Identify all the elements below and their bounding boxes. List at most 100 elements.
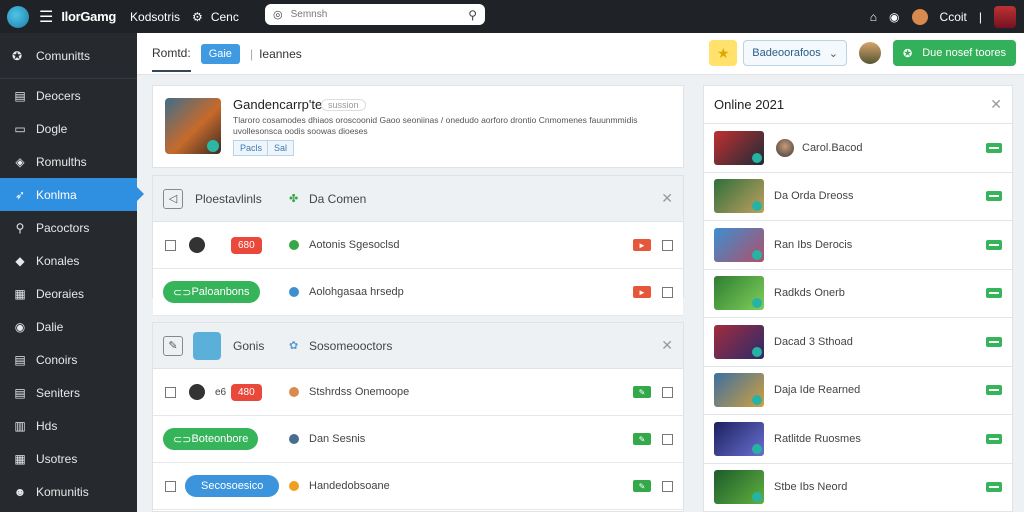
join-button[interactable]: ⊂⊃ Paloanbons xyxy=(163,281,260,303)
search-input[interactable]: Semnsh xyxy=(291,9,469,20)
globe-icon: ◉ xyxy=(14,319,26,334)
online-list-item[interactable]: Carol.Bacod xyxy=(704,124,1012,173)
sidebar-header[interactable]: ✪ Comunitts xyxy=(0,33,137,79)
online-list-item[interactable]: Stbe Ibs Neord xyxy=(704,464,1012,512)
flag-icon[interactable]: ► xyxy=(633,239,651,251)
online-item-name: Da Orda Dreoss xyxy=(774,190,854,203)
status-toggle-icon[interactable] xyxy=(986,433,1002,444)
status-toggle-icon[interactable] xyxy=(986,142,1002,153)
group-subtitle: Da Comen xyxy=(309,191,367,206)
sidebar-item-label: Conoirs xyxy=(36,352,78,367)
row-select-checkbox[interactable] xyxy=(662,286,673,298)
edit-icon[interactable]: ✎ xyxy=(633,480,651,492)
sidebar-item-deocers[interactable]: ▤ Deocers xyxy=(0,79,137,112)
primary-action-button[interactable]: ✪ Due nosef toores xyxy=(893,40,1016,66)
game-thumbnail[interactable] xyxy=(165,98,221,154)
select-all-checkbox[interactable]: ◁ xyxy=(163,188,183,209)
group-header: ✎ Gonis ✿ Sosomeooctors ✕ xyxy=(153,323,683,369)
online-list-item[interactable]: Ratlitde Ruosmes xyxy=(704,415,1012,464)
row-select-checkbox[interactable] xyxy=(662,480,673,492)
table-row: Secosoesico Handedobsoane ✎ xyxy=(153,463,683,510)
link-icon: ⊂⊃ xyxy=(173,286,192,299)
edit-icon[interactable]: ✎ xyxy=(633,386,651,398)
flag-icon[interactable]: ► xyxy=(633,286,651,298)
tab-gaie[interactable]: Gaie xyxy=(200,43,240,64)
row-checkbox[interactable] xyxy=(165,386,176,398)
join-button[interactable]: ⊂⊃ Boteonbore xyxy=(163,428,259,450)
row-title: Stshrdss Onemoope xyxy=(309,386,410,398)
edit-icon[interactable]: ✎ xyxy=(633,433,651,445)
badge-icon xyxy=(752,152,762,163)
action-button[interactable]: Secosoesico xyxy=(185,475,280,497)
feature-button-1[interactable]: Pacls xyxy=(233,140,270,156)
status-toggle-icon[interactable] xyxy=(986,336,1002,347)
nav-link-kodsotris[interactable]: Kodsotris xyxy=(130,10,180,24)
app-logo[interactable] xyxy=(7,5,29,28)
sidebar-item-seniters[interactable]: ▤ Seniters xyxy=(0,376,137,409)
row-select-checkbox[interactable] xyxy=(662,433,673,445)
status-toggle-icon[interactable] xyxy=(986,239,1002,250)
sidebar-item-pacoctors[interactable]: ⚲ Pacoctors xyxy=(0,211,137,244)
sidebar-item-deoraies[interactable]: ▦ Deoraies xyxy=(0,277,137,310)
status-toggle-icon[interactable] xyxy=(986,385,1002,396)
online-list-item[interactable]: Dacad 3 Sthoad xyxy=(704,318,1012,367)
tab-romtd[interactable]: Romtd: xyxy=(152,36,191,72)
profile-avatar[interactable] xyxy=(994,5,1016,28)
sidebar-item-label: Dalie xyxy=(36,319,64,334)
row-checkbox[interactable] xyxy=(165,480,176,492)
status-dot-icon xyxy=(289,287,299,297)
close-icon[interactable]: ✕ xyxy=(661,190,673,207)
header-avatar[interactable] xyxy=(859,42,881,64)
game-thumbnail xyxy=(714,421,764,456)
online-list-item[interactable]: Daja Ide Rearned xyxy=(704,367,1012,415)
nav-link-cenc[interactable]: Cenc xyxy=(211,10,239,24)
search-icon[interactable]: ⚲ xyxy=(468,8,477,22)
feature-button-2[interactable]: Sal xyxy=(267,140,295,156)
online-list-item[interactable]: Da Orda Dreoss xyxy=(704,173,1012,221)
sidebar-item-usotres[interactable]: ▦ Usotres xyxy=(0,442,137,475)
edit-icon[interactable]: ✎ xyxy=(163,335,183,356)
settings-icon[interactable]: ⚙ xyxy=(192,10,203,24)
sidebar-item-hds[interactable]: ▥ Hds xyxy=(0,409,137,442)
filter-dropdown[interactable]: Badeoorafoos ⌄ xyxy=(743,40,847,66)
home-icon[interactable]: ⌂ xyxy=(870,10,877,24)
search-bar[interactable]: ◎ Semnsh ⚲ xyxy=(265,4,485,25)
user-avatar[interactable] xyxy=(911,8,928,25)
score-badge: 680 xyxy=(231,236,262,254)
close-icon[interactable]: ✕ xyxy=(990,96,1002,113)
online-list-item[interactable]: Radkds Onerb xyxy=(704,270,1012,318)
hamburger-menu-icon[interactable]: ☰ xyxy=(39,7,53,27)
sidebar-item-komunitis[interactable]: ☻ Komunitis xyxy=(0,475,137,508)
sidebar-item-dogle[interactable]: ▭ Dogle xyxy=(0,112,137,145)
row-checkbox[interactable] xyxy=(165,239,176,251)
globe-icon[interactable]: ◉ xyxy=(889,10,899,24)
row-title: Dan Sesnis xyxy=(309,433,366,445)
row-select-checkbox[interactable] xyxy=(662,386,673,398)
join-button-label: Paloanbons xyxy=(191,286,250,298)
online-item-name: Ratlitde Ruosmes xyxy=(774,432,861,445)
sidebar-item-romulths[interactable]: ◈ Romulths xyxy=(0,145,137,178)
user-name[interactable]: Ccoit xyxy=(940,10,967,24)
link-icon: ⊂⊃ xyxy=(173,433,192,446)
status-toggle-icon[interactable] xyxy=(986,482,1002,493)
sidebar-item-konales[interactable]: ◆ Konales xyxy=(0,244,137,277)
row-title: Aolohgasaa hrsedp xyxy=(309,286,404,298)
close-icon[interactable]: ✕ xyxy=(661,337,673,354)
row-select-checkbox[interactable] xyxy=(662,239,673,251)
status-toggle-icon[interactable] xyxy=(986,288,1002,299)
status-toggle-icon[interactable] xyxy=(986,191,1002,202)
tab-ieannes[interactable]: Ieannes xyxy=(259,47,302,61)
game-thumbnail xyxy=(714,227,764,262)
sidebar-item-label: Hds xyxy=(36,418,58,433)
sidebar-item-dalie[interactable]: ◉ Dalie xyxy=(0,310,137,343)
sidebar-item-label: Konlma xyxy=(36,187,77,202)
online-list: Carol.Bacod Da Orda Dreoss Ran Ibs Derocis… xyxy=(704,124,1012,512)
sidebar-item-konlma[interactable]: ➶ Konlma xyxy=(0,178,144,211)
sidebar-item-conoirs[interactable]: ▤ Conoirs xyxy=(0,343,137,376)
page-header: Romtd: Gaie | Ieannes ★ Badeoorafoos ⌄ ✪… xyxy=(137,33,1024,75)
online-list-item[interactable]: Ran Ibs Derocis xyxy=(704,221,1012,270)
badge-icon xyxy=(752,443,762,454)
sidebar-list: ▤ Deocers ▭ Dogle ◈ Romulths ➶ Konlma ⚲ Pacoctors… xyxy=(0,79,144,508)
feature-title: Gandencarrp'te xyxy=(233,97,323,112)
star-icon[interactable]: ★ xyxy=(709,40,738,66)
